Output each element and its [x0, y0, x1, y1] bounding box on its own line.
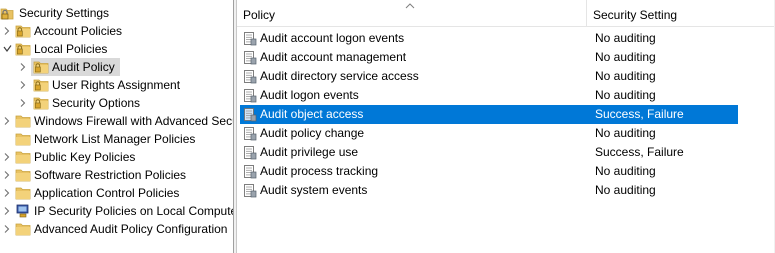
policy-row[interactable]: Audit policy change No auditing [240, 124, 738, 143]
folder-icon [15, 132, 31, 146]
policy-name: Audit process tracking [260, 164, 379, 178]
console-tree[interactable]: Security Settings Account Policies Local P… [0, 0, 233, 253]
tree-node-label: Local Policies [34, 42, 108, 56]
tree-node-account-policies[interactable]: Account Policies [0, 22, 233, 40]
security-setting-value: No auditing [595, 88, 656, 102]
tree-node-label: Advanced Audit Policy Configuration [34, 222, 228, 236]
tree-node-security-settings[interactable]: Security Settings [0, 4, 233, 22]
policy-row[interactable]: Audit account management No auditing [240, 48, 738, 67]
collapsed-chevron-icon[interactable] [2, 220, 12, 238]
audit-policy-icon [243, 107, 257, 122]
sort-ascending-icon [405, 3, 415, 9]
collapsed-chevron-icon[interactable] [2, 22, 12, 40]
collapsed-chevron-icon[interactable] [2, 148, 12, 166]
collapsed-chevron-icon[interactable] [18, 58, 28, 76]
tree-node-security-options[interactable]: Security Options [0, 94, 233, 112]
tree-node-user-rights-assignment[interactable]: User Rights Assignment [0, 76, 233, 94]
list-header: Policy Security Setting [237, 0, 775, 27]
tree-node-network-list-manager-policies[interactable]: Network List Manager Policies [0, 130, 233, 148]
folder-lock-icon [33, 96, 49, 110]
security-setting-value: No auditing [595, 164, 656, 178]
folder-icon [15, 222, 31, 236]
audit-policy-icon [243, 164, 257, 179]
collapsed-chevron-icon[interactable] [2, 112, 12, 130]
folder-icon [15, 114, 31, 128]
tree-node-software-restriction-policies[interactable]: Software Restriction Policies [0, 166, 233, 184]
tree-node-application-control-policies[interactable]: Application Control Policies [0, 184, 233, 202]
tree-node-label: Software Restriction Policies [34, 168, 187, 182]
collapsed-chevron-icon[interactable] [2, 202, 12, 220]
audit-policy-icon [243, 126, 257, 141]
policy-name: Audit account management [260, 50, 407, 64]
collapsed-chevron-icon[interactable] [18, 76, 28, 94]
collapsed-chevron-icon[interactable] [2, 166, 12, 184]
tree-node-label: Security Settings [19, 6, 110, 20]
policy-name: Audit directory service access [260, 69, 419, 83]
tree-node-windows-firewall-with-advanced-secu[interactable]: Windows Firewall with Advanced Secu [0, 112, 233, 130]
column-header-security-setting[interactable]: Security Setting [587, 0, 775, 27]
audit-policy-icon [243, 31, 257, 46]
tree-node-label: Application Control Policies [34, 186, 180, 200]
audit-policy-icon [243, 183, 257, 198]
audit-policy-icon [243, 69, 257, 84]
policy-name: Audit system events [260, 183, 368, 197]
collapsed-chevron-icon[interactable] [2, 184, 12, 202]
ip-security-icon [15, 204, 31, 218]
policy-name: Audit object access [260, 107, 364, 121]
policy-list[interactable]: Policy Security Setting Audit account lo… [237, 0, 775, 253]
tree-node-ip-security-policies-on-local-compute[interactable]: IP Security Policies on Local Compute [0, 202, 233, 220]
tree-node-audit-policy[interactable]: Audit Policy [20, 58, 120, 76]
policy-row[interactable]: Audit object access Success, Failure [240, 105, 738, 124]
audit-policy-icon [243, 145, 257, 160]
tree-node-label: User Rights Assignment [52, 78, 181, 92]
folder-lock-icon [15, 24, 31, 38]
policy-row[interactable]: Audit logon events No auditing [240, 86, 738, 105]
expanded-chevron-icon[interactable] [2, 40, 12, 58]
policy-row[interactable]: Audit system events No auditing [240, 181, 738, 200]
folder-lock-icon [33, 78, 49, 92]
security-setting-value: No auditing [595, 50, 656, 64]
audit-policy-icon [243, 88, 257, 103]
folder-icon [15, 168, 31, 182]
policy-row[interactable]: Audit directory service access No auditin… [240, 67, 738, 86]
tree-node-label: IP Security Policies on Local Compute [34, 204, 233, 218]
security-setting-value: No auditing [595, 31, 656, 45]
tree-node-local-policies[interactable]: Local Policies [0, 40, 233, 58]
audit-policy-icon [243, 50, 257, 65]
tree-node-label: Audit Policy [52, 60, 115, 74]
security-setting-value: Success, Failure [595, 145, 684, 159]
folder-icon [15, 150, 31, 164]
tree-node-public-key-policies[interactable]: Public Key Policies [0, 148, 233, 166]
policy-name: Audit privilege use [260, 145, 359, 159]
security-setting-value: Success, Failure [595, 107, 684, 121]
tree-node-label: Public Key Policies [34, 150, 136, 164]
tree-node-label: Security Options [52, 96, 141, 110]
policy-row[interactable]: Audit account logon events No auditing [240, 29, 738, 48]
app-window: Security Settings Account Policies Local P… [0, 0, 775, 253]
folder-icon [15, 186, 31, 200]
policy-row[interactable]: Audit process tracking No auditing [240, 162, 738, 181]
tree-node-label: Account Policies [34, 24, 123, 38]
security-setting-value: No auditing [595, 183, 656, 197]
collapsed-chevron-icon[interactable] [18, 94, 28, 112]
tree-node-label: Windows Firewall with Advanced Secu [34, 114, 233, 128]
security-setting-value: No auditing [595, 126, 656, 140]
policy-row[interactable]: Audit privilege use Success, Failure [240, 143, 738, 162]
tree-node-label: Network List Manager Policies [34, 132, 196, 146]
security-setting-value: No auditing [595, 69, 656, 83]
folder-lock-icon [15, 42, 31, 56]
policy-name: Audit account logon events [260, 31, 405, 45]
policy-name: Audit policy change [260, 126, 365, 140]
folder-lock-icon [33, 60, 49, 74]
security-settings-icon [0, 6, 16, 20]
tree-node-advanced-audit-policy-configuration[interactable]: Advanced Audit Policy Configuration [0, 220, 233, 238]
policy-name: Audit logon events [260, 88, 359, 102]
